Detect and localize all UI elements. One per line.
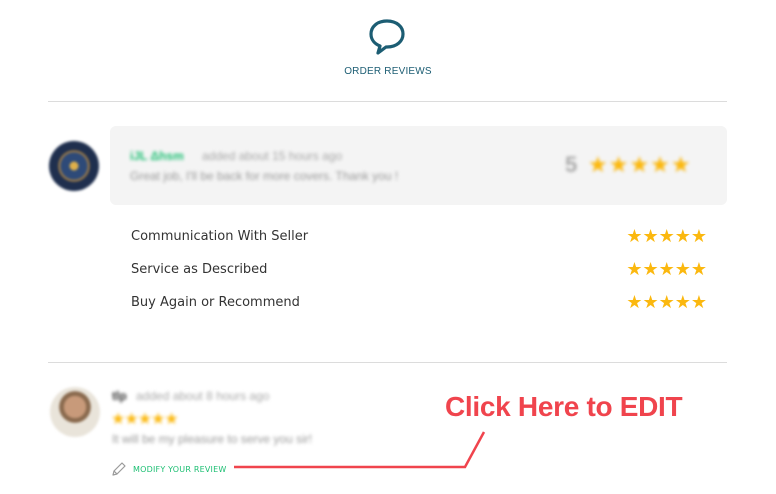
criteria-row-service: Service as Described ★★★★★: [131, 259, 707, 281]
modify-review-link[interactable]: MODIFY YOUR REVIEW: [111, 461, 226, 477]
review-text: Great job, I'll be back for more covers.…: [130, 169, 399, 183]
reviews-header: ORDER REVIEWS: [0, 0, 776, 100]
response-timestamp: added about 8 hours ago: [136, 389, 270, 403]
seller-avatar: [50, 387, 100, 437]
star-rating: ★★★★★: [626, 226, 707, 246]
pencil-icon: [112, 462, 126, 476]
divider: [48, 362, 727, 363]
response-text: It will be my pleasure to serve you sir!: [112, 432, 313, 446]
criteria-label: Service as Described: [131, 262, 268, 277]
seller-star-rating: ★★★★★: [111, 411, 179, 428]
star-rating: ★★★★★: [626, 292, 707, 312]
speech-bubble-icon: [369, 19, 405, 55]
annotation-label: Click Here to EDIT: [445, 391, 683, 422]
divider: [48, 101, 727, 102]
criteria-row-communication: Communication With Seller ★★★★★: [131, 226, 707, 248]
criteria-row-recommend: Buy Again or Recommend ★★★★★: [131, 292, 707, 314]
overall-star-rating: ★★★★★: [588, 152, 692, 177]
overall-score: 5: [565, 152, 578, 177]
buyer-avatar: [49, 141, 99, 191]
seller-name[interactable]: tlp: [112, 389, 127, 403]
buyer-review-card: iJL Δhsm added about 15 hours ago Great …: [110, 126, 727, 205]
review-timestamp: added about 15 hours ago: [202, 149, 343, 163]
star-rating: ★★★★★: [626, 259, 707, 279]
buyer-name[interactable]: iJL Δhsm: [130, 149, 184, 163]
page-title: ORDER REVIEWS: [344, 66, 432, 77]
modify-review-label[interactable]: MODIFY YOUR REVIEW: [133, 465, 226, 474]
criteria-label: Communication With Seller: [131, 229, 309, 244]
criteria-label: Buy Again or Recommend: [131, 295, 300, 310]
